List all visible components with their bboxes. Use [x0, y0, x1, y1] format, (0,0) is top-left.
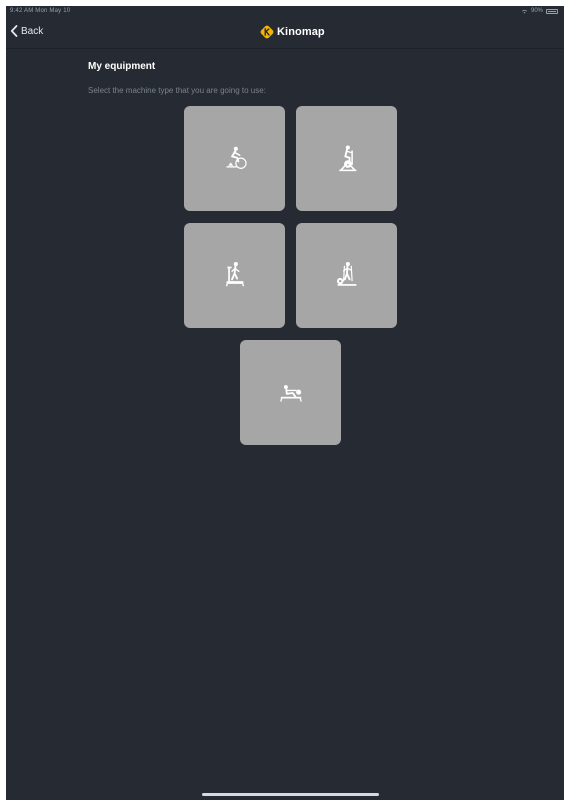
exercise-bike-icon	[338, 144, 356, 171]
equipment-tile-elliptical[interactable]	[296, 223, 397, 328]
kinomap-logo-icon	[260, 25, 274, 39]
battery-icon	[546, 8, 558, 14]
equipment-tile-bike-trainer[interactable]	[184, 106, 285, 211]
bike-trainer-icon	[226, 146, 247, 169]
status-indicators: 90%	[521, 8, 558, 14]
equipment-tile-exercise-bike[interactable]	[296, 106, 397, 211]
elliptical-icon	[336, 261, 356, 286]
treadmill-icon	[225, 261, 244, 286]
back-button[interactable]: Back	[10, 25, 43, 37]
brand-name: Kinomap	[277, 26, 325, 38]
wifi-icon	[521, 9, 527, 13]
back-label: Back	[21, 25, 44, 37]
navigation-bar: Back Kinomap	[6, 18, 564, 49]
page-subtitle: Select the machine type that you are goi…	[88, 86, 266, 95]
status-time-date: 9:42 AM Mon May 10	[10, 8, 71, 14]
page-title: My equipment	[88, 61, 156, 72]
brand-logo: Kinomap	[260, 25, 325, 39]
rowing-machine-icon	[279, 384, 302, 402]
equipment-tile-rowing-machine[interactable]	[240, 340, 341, 445]
chevron-left-icon	[10, 25, 18, 37]
battery-percent: 90%	[530, 8, 543, 14]
status-bar: 9:42 AM Mon May 10 90%	[6, 6, 564, 16]
equipment-tile-treadmill[interactable]	[184, 223, 285, 328]
home-indicator[interactable]	[202, 793, 379, 796]
app-screen: 9:42 AM Mon May 10 90% Back Kinomap My e…	[6, 6, 564, 800]
